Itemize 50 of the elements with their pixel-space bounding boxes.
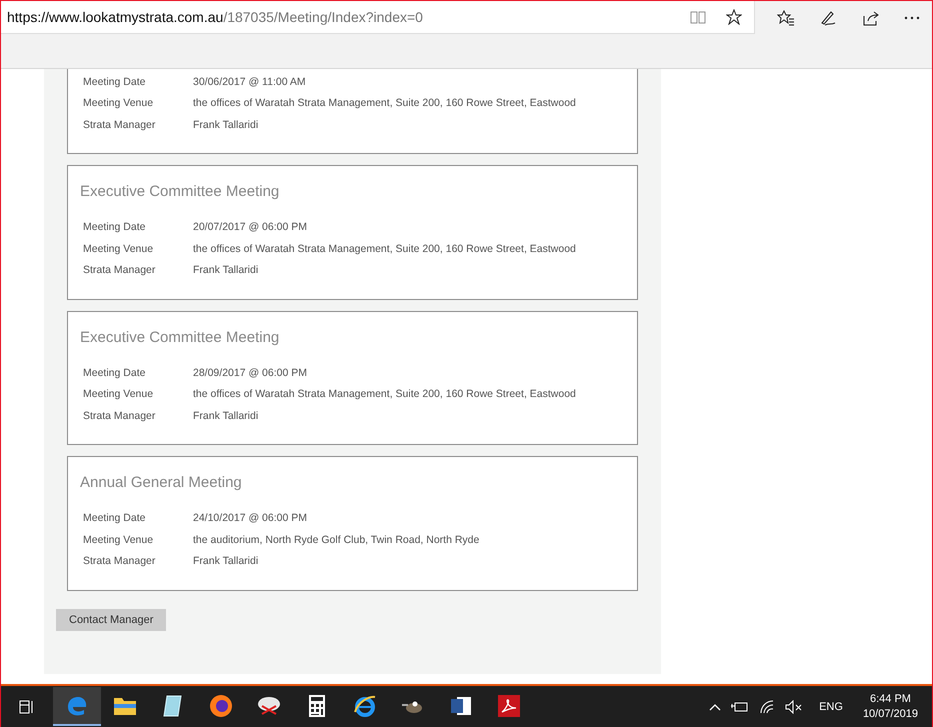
clock-date: 10/07/2019 <box>862 708 918 720</box>
field-value: the offices of Waratah Strata Management, Suite 200, 160 Rowe Street, Eastwood <box>193 96 576 112</box>
chevron-up-icon[interactable] <box>709 702 722 711</box>
field-label: Strata Manager <box>83 118 156 133</box>
field-value: 20/07/2017 @ 06:00 PM <box>193 220 307 236</box>
calculator-icon <box>308 694 326 718</box>
clock[interactable]: 6:44 PM 10/07/2019 <box>862 693 918 720</box>
clock-time: 6:44 PM <box>870 693 911 706</box>
address-bar[interactable]: https://www.lookatmystrata.com.au/187035/Meeting/Index?index=0 <box>1 1 755 34</box>
field-label: Meeting Venue <box>83 242 154 257</box>
field-value: 28/09/2017 @ 06:00 PM <box>193 366 307 381</box>
field-label: Strata Manager <box>83 408 156 424</box>
field-label: Strata Manager <box>83 263 156 278</box>
favorites-icon[interactable] <box>777 10 796 26</box>
url-text: https://www.lookatmystrata.com.au/187035/Meeting/Index?index=0 <box>7 9 424 25</box>
field-label: Meeting Date <box>83 366 146 381</box>
field-value: 24/10/2017 @ 06:00 PM <box>193 511 307 526</box>
field-label: Meeting Date <box>83 220 146 236</box>
field-value: the offices of Waratah Strata Management, Suite 200, 160 Rowe Street, Eastwood <box>193 387 576 402</box>
field-label: Meeting Venue <box>83 387 154 402</box>
field-label: Meeting Venue <box>83 532 154 548</box>
star-icon[interactable] <box>726 9 742 25</box>
language-indicator[interactable]: ENG <box>819 700 843 713</box>
meeting-title: Executive Committee Meeting <box>80 183 280 200</box>
field-label: Meeting Date <box>83 511 146 526</box>
field-value: the auditorium, North Ryde Golf Club, Twin Road, North Ryde <box>193 532 480 548</box>
volume-muted-icon[interactable] <box>785 700 804 714</box>
field-label: Meeting Venue <box>83 96 154 112</box>
pen-icon[interactable] <box>819 10 838 26</box>
field-label: Meeting Date <box>83 74 146 90</box>
field-value: Frank Tallaridi <box>193 408 258 424</box>
more-icon[interactable] <box>904 16 920 20</box>
field-value: Frank Tallaridi <box>193 263 258 278</box>
field-value: 30/06/2017 @ 11:00 AM <box>193 74 306 90</box>
ie-icon <box>353 694 377 718</box>
fox-globe-icon <box>209 694 233 718</box>
meeting-title: Annual General Meeting <box>80 474 243 492</box>
notepad-icon <box>162 694 184 718</box>
field-value: Frank Tallaridi <box>193 118 258 133</box>
battery-icon[interactable] <box>731 700 750 713</box>
wifi-icon[interactable] <box>759 700 776 714</box>
field-label: Strata Manager <box>83 554 156 570</box>
field-value: the offices of Waratah Strata Management, Suite 200, 160 Rowe Street, Eastwood <box>193 242 576 257</box>
share-icon[interactable] <box>862 10 880 26</box>
contact-manager-button[interactable]: Contact Manager <box>56 608 166 631</box>
task-view-icon[interactable] <box>19 700 35 714</box>
pdf-icon <box>497 694 521 718</box>
meeting-title: Executive Committee Meeting <box>80 328 280 346</box>
field-value: Frank Tallaridi <box>193 554 258 570</box>
book-icon[interactable] <box>690 10 706 24</box>
